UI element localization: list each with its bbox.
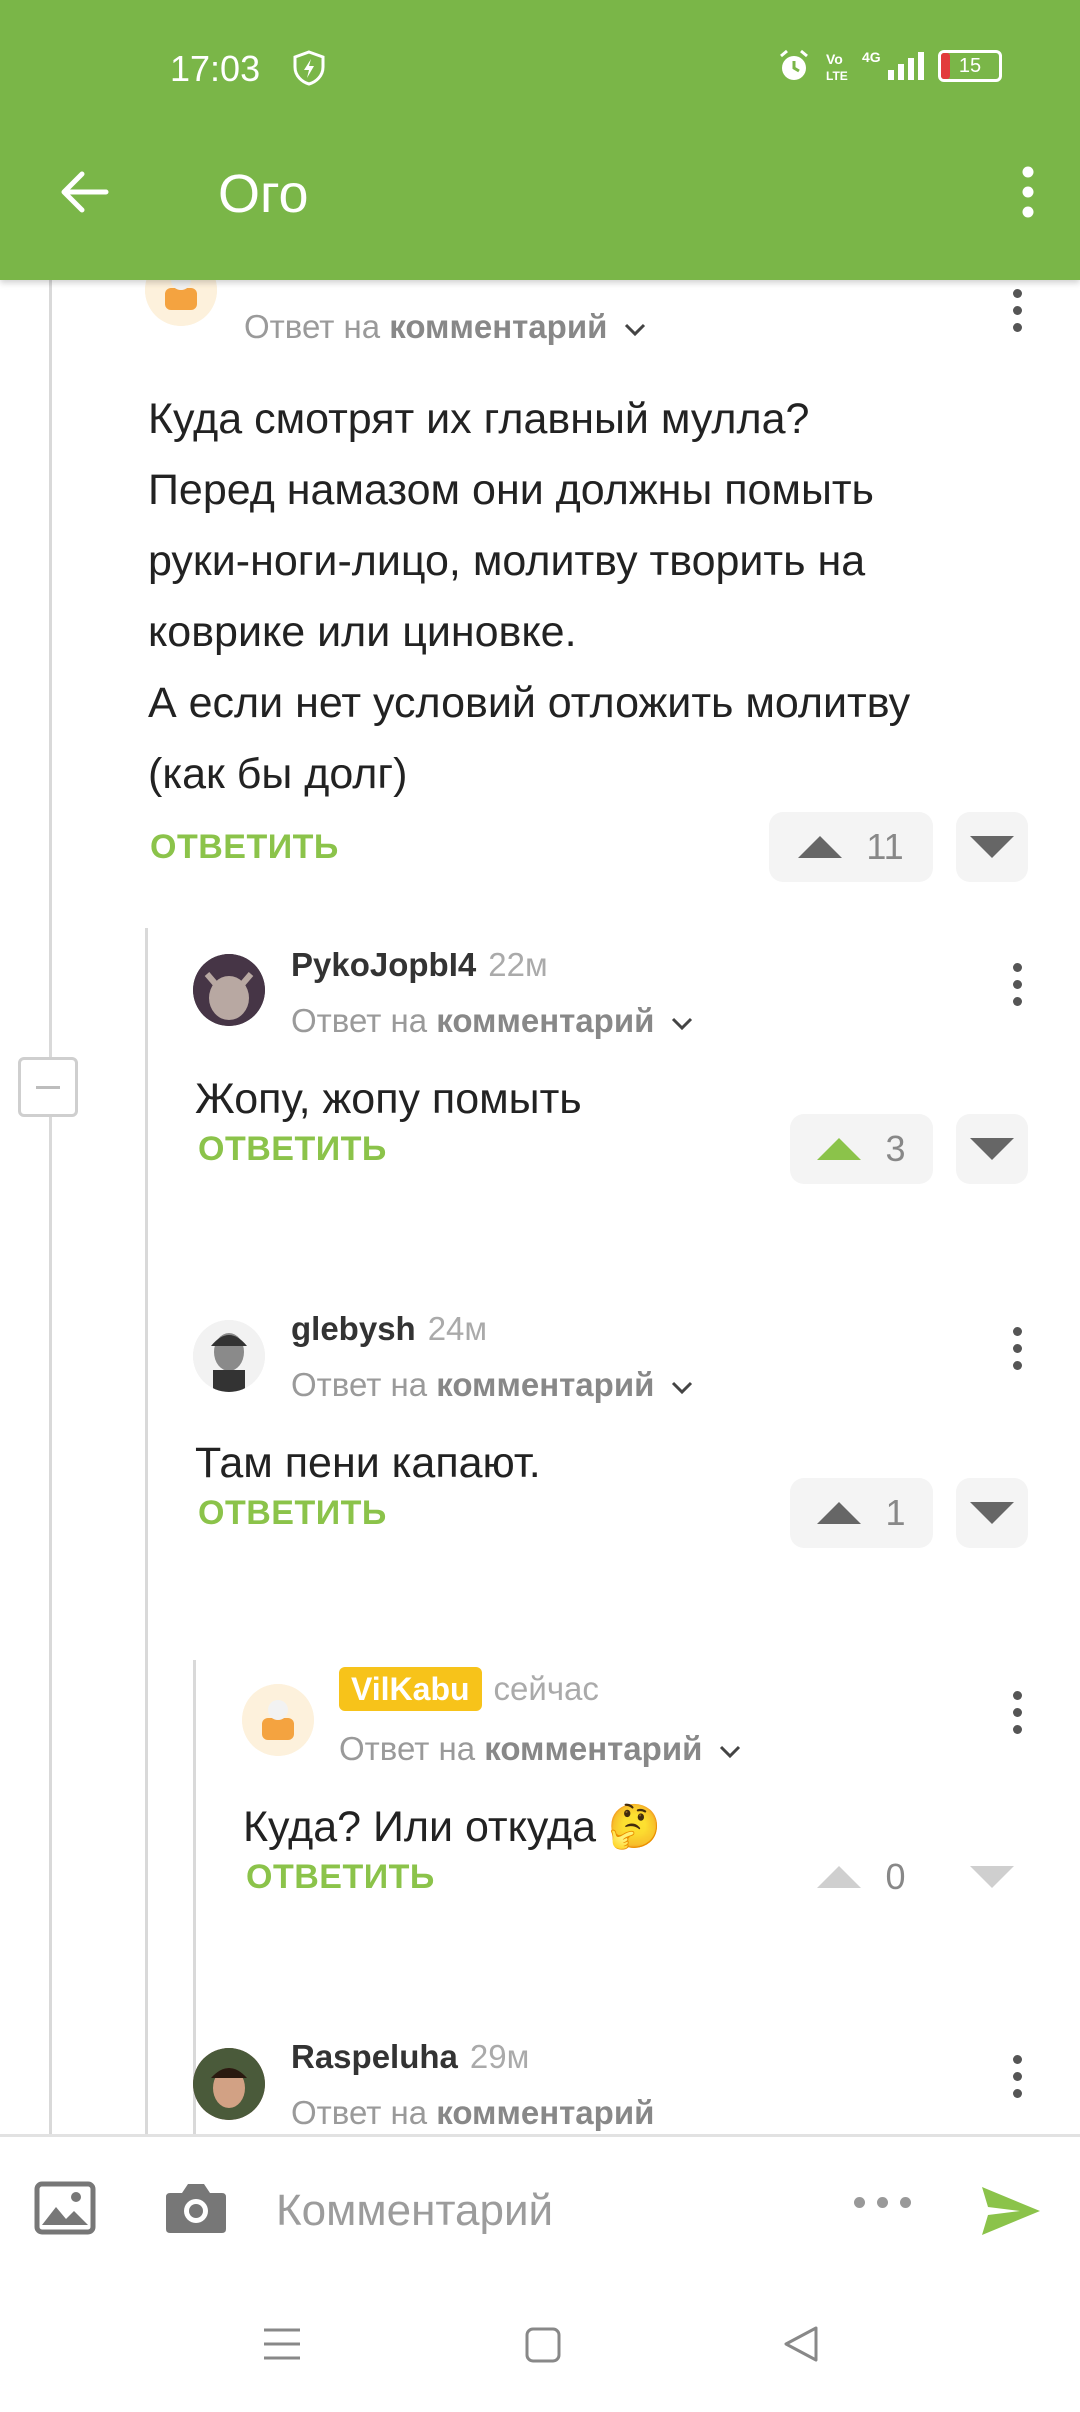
signal-icon: 4G: [862, 49, 924, 80]
reply-to[interactable]: Ответ на комментарий: [291, 1366, 694, 1404]
reply-button[interactable]: ОТВЕТИТЬ: [150, 828, 339, 867]
comment-input-bar: [0, 2134, 1080, 2287]
reply-button[interactable]: ОТВЕТИТЬ: [246, 1858, 435, 1897]
downvote-button[interactable]: [956, 1478, 1028, 1548]
reply-button[interactable]: ОТВЕТИТЬ: [198, 1130, 387, 1169]
alarm-icon: [780, 49, 808, 80]
reply-button[interactable]: ОТВЕТИТЬ: [198, 1494, 387, 1533]
image-icon: [34, 2181, 96, 2235]
more-vert-icon: [1022, 166, 1034, 218]
chevron-down-icon: [671, 1017, 692, 1031]
comment: VilKabu сейчас Ответ на комментарий Куда?…: [0, 1667, 1080, 2008]
reply-to[interactable]: Ответ на комментарий: [244, 308, 647, 346]
chevron-down-icon: [671, 1381, 692, 1395]
arrow-up-icon: [817, 1138, 862, 1160]
app-header: 17:03 Vo LTE 4G 15 Ого: [0, 0, 1080, 280]
reply-to[interactable]: Ответ на комментарий: [339, 1730, 742, 1768]
header-menu-button[interactable]: [996, 160, 1060, 224]
comment: PykoJopbI4 22м Ответ на комментарий Жопу,…: [0, 940, 1080, 1280]
comment-author[interactable]: VilKabu сейчас: [339, 1667, 599, 1711]
volte-icon: Vo LTE: [826, 51, 848, 83]
comment-text: Куда? Или откуда 🤔: [243, 1803, 662, 1851]
back-button[interactable]: [52, 160, 116, 224]
comment-menu-button[interactable]: [1002, 1682, 1032, 1742]
svg-text:LTE: LTE: [826, 69, 848, 83]
vote-count: 11: [866, 826, 904, 867]
camera-icon: [166, 2184, 226, 2233]
reply-to[interactable]: Ответ на комментарий: [291, 2094, 654, 2132]
nav-home-icon: [525, 2327, 561, 2363]
battery-level: 15: [958, 55, 982, 77]
back-arrow-icon: [61, 171, 109, 213]
comment-time: 24м: [427, 1310, 488, 1347]
comment-menu-button[interactable]: [1002, 2046, 1032, 2106]
comment-text: Жопу, жопу помыть: [195, 1075, 582, 1123]
comment-text: Куда смотрят их главный мулла? Перед нам…: [148, 395, 911, 798]
comment-text: Там пени капают.: [195, 1439, 541, 1487]
camera-button[interactable]: [164, 2179, 228, 2240]
upvote-button[interactable]: 11: [769, 812, 933, 882]
arrow-down-icon: [970, 1138, 1014, 1160]
comment: glebysh 24м Ответ на комментарий Там пени…: [0, 1304, 1080, 1644]
system-nav-bar: [0, 2284, 1080, 2412]
reply-to[interactable]: Ответ на комментарий: [291, 1002, 694, 1040]
svg-text:Vo: Vo: [826, 51, 843, 67]
comment-time: 29м: [469, 2038, 530, 2075]
comment-author[interactable]: Raspeluha 29м: [291, 2038, 529, 2076]
user-badge: VilKabu: [339, 1667, 482, 1711]
comment-menu-button[interactable]: [1002, 954, 1032, 1014]
vote-count: 1: [885, 1492, 906, 1533]
downvote-button[interactable]: [956, 812, 1028, 882]
chevron-down-icon: [719, 1745, 740, 1759]
send-button[interactable]: [980, 2185, 1042, 2242]
comment-menu-button[interactable]: [1002, 1318, 1032, 1378]
nav-home-button[interactable]: [524, 2326, 562, 2369]
arrow-down-icon: [970, 836, 1014, 858]
more-options-button[interactable]: [854, 2197, 911, 2208]
downvote-button[interactable]: [956, 1114, 1028, 1184]
comments-list: Ответ на комментарий Куда смотрят их гла…: [0, 280, 1080, 2135]
arrow-up-icon: [817, 1866, 862, 1888]
avatar[interactable]: [242, 1684, 314, 1756]
upvote-button[interactable]: 1: [790, 1478, 933, 1548]
send-icon: [982, 2187, 1040, 2235]
avatar[interactable]: [193, 954, 265, 1026]
arrow-up-icon: [817, 1502, 862, 1524]
arrow-up-icon: [798, 836, 843, 858]
comment-input[interactable]: [274, 2177, 838, 2245]
chevron-down-icon: [624, 323, 645, 337]
status-icons: Vo LTE 4G 15: [776, 48, 1002, 84]
nav-menu-button[interactable]: [262, 2324, 302, 2369]
arrow-down-icon: [970, 1866, 1014, 1888]
avatar[interactable]: [193, 1320, 265, 1392]
comment: Raspeluha 29м Ответ на комментарий: [0, 2032, 1080, 2135]
battery-icon: 15: [938, 50, 1002, 82]
attach-image-button[interactable]: [34, 2181, 96, 2240]
upvote-button[interactable]: 3: [790, 1114, 933, 1184]
nav-back-button[interactable]: [782, 2324, 820, 2369]
comment-author[interactable]: glebysh 24м: [291, 1310, 487, 1348]
vote-count: 3: [885, 1128, 906, 1169]
nav-back-icon: [784, 2326, 818, 2362]
comment-time: 22м: [488, 946, 548, 983]
arrow-down-icon: [970, 1502, 1014, 1524]
page-title: Ого: [218, 164, 309, 224]
avatar[interactable]: [145, 280, 217, 326]
nav-menu-icon: [264, 2328, 300, 2360]
status-time: 17:03: [170, 48, 261, 89]
network-label: 4G: [862, 49, 881, 65]
comment-time: сейчас: [493, 1670, 599, 1707]
shield-icon: [292, 50, 326, 91]
comment-menu-button[interactable]: [1002, 280, 1032, 340]
avatar[interactable]: [193, 2048, 265, 2120]
downvote-button[interactable]: [956, 1842, 1028, 1912]
comment: Ответ на комментарий Куда смотрят их гла…: [0, 280, 1080, 900]
vote-count: 0: [885, 1856, 906, 1897]
comment-author[interactable]: PykoJopbI4 22м: [291, 946, 548, 984]
upvote-button[interactable]: 0: [790, 1842, 933, 1912]
